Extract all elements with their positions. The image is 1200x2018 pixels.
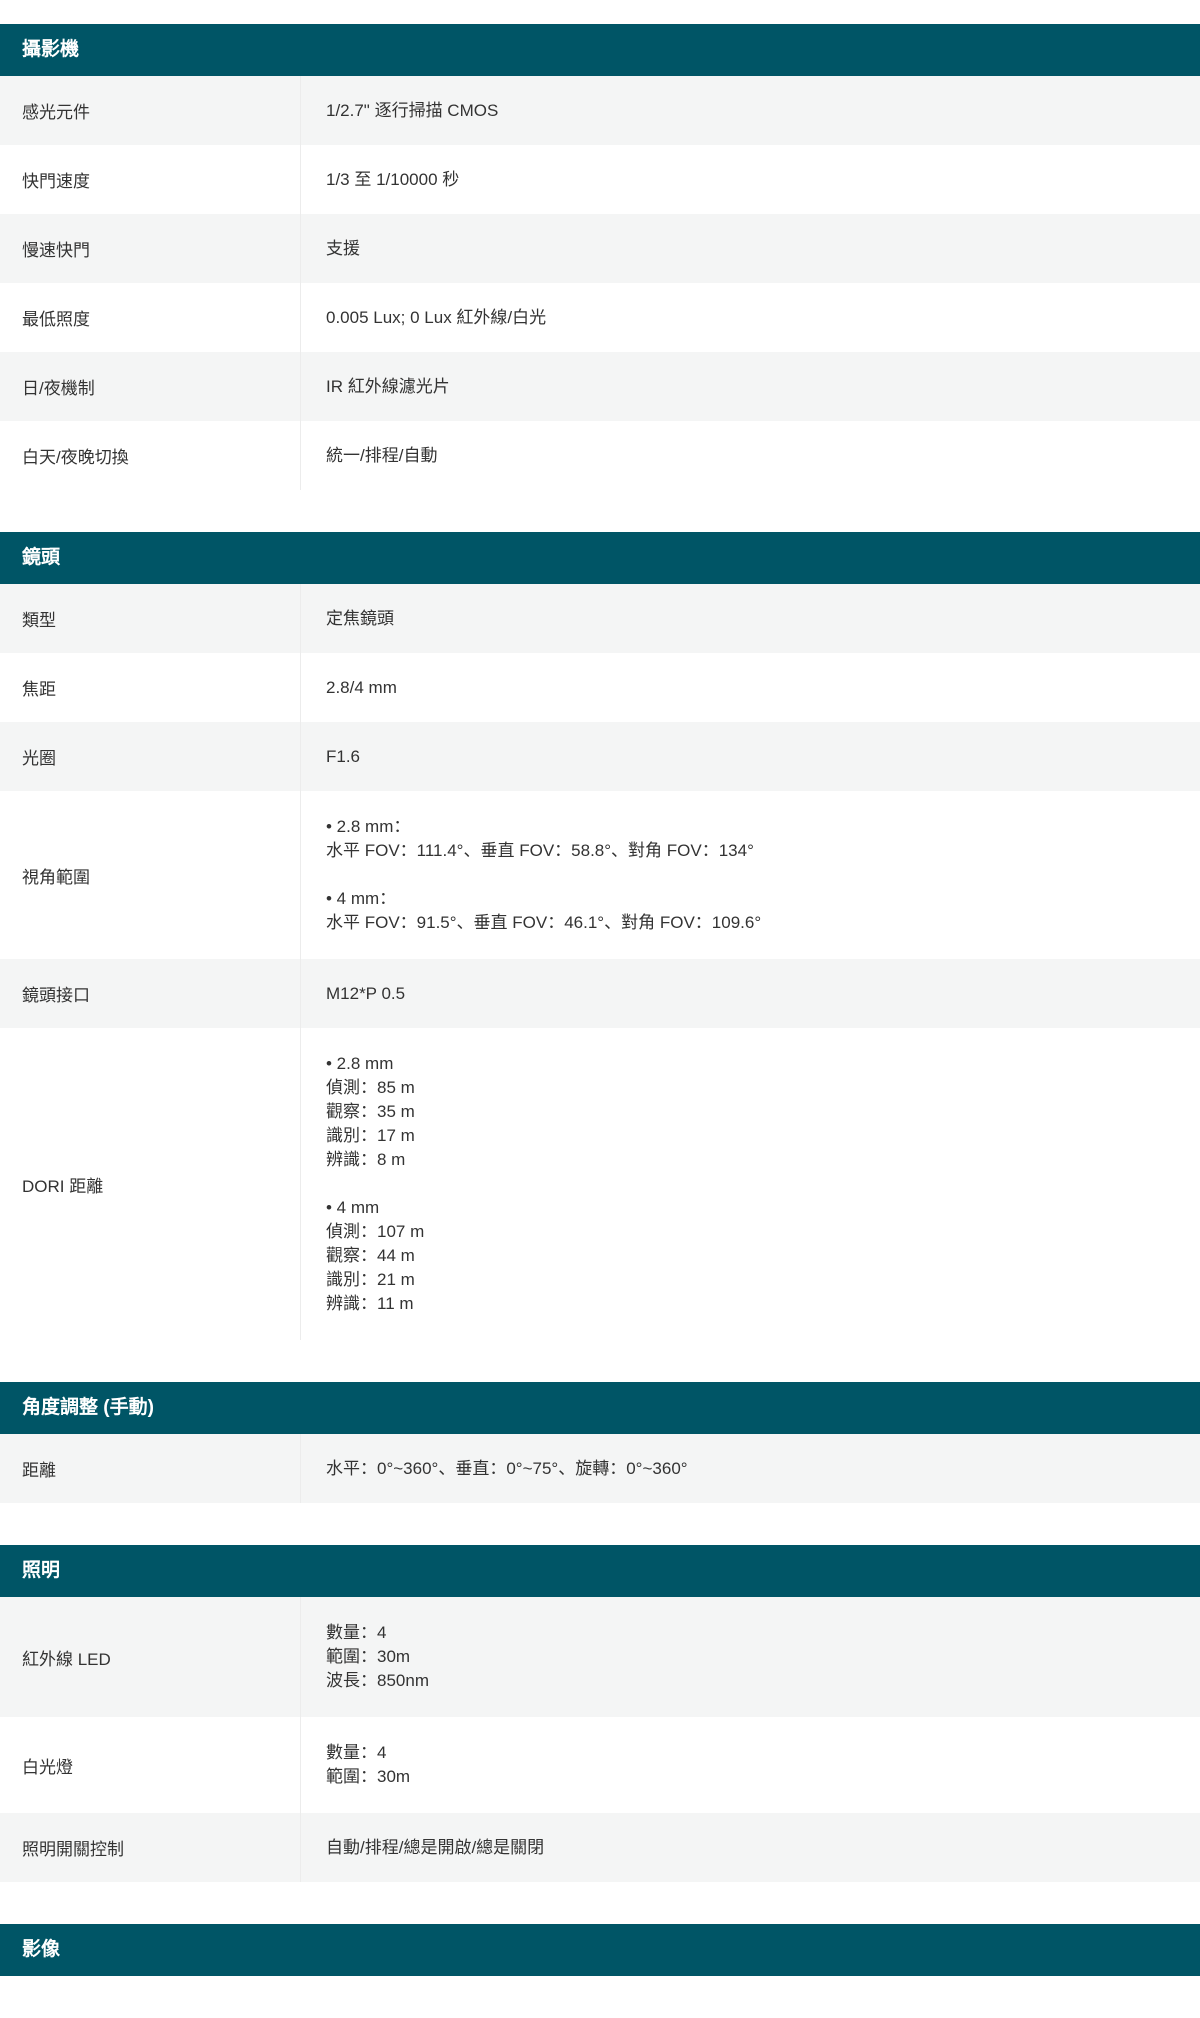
spec-value: M12*P 0.5 bbox=[300, 959, 1200, 1028]
spec-label: 感光元件 bbox=[22, 103, 90, 122]
spec-value-line: 範圍：30m bbox=[326, 1647, 411, 1666]
spec-value-line: 識別：21 m bbox=[326, 1270, 415, 1289]
spec-value: 統一/排程/自動 bbox=[300, 421, 1200, 490]
spec-row: 照明開關控制 自動/排程/總是開啟/總是關閉 bbox=[0, 1813, 1200, 1882]
section-header: 影像 bbox=[0, 1924, 1200, 1976]
spec-row: 慢速快門 支援 bbox=[0, 214, 1200, 283]
spec-value: 支援 bbox=[300, 214, 1200, 283]
spec-value-line: IR 紅外線濾光片 bbox=[326, 376, 450, 396]
spec-label: 白光燈 bbox=[22, 1757, 73, 1777]
spec-section: 照明紅外線 LED 數量：4 範圍：30m 波長：850nm 白光燈 數量：4 範圍：30m… bbox=[0, 1545, 1200, 1882]
spec-value: 0.005 Lux; 0 Lux 紅外線/白光 bbox=[300, 283, 1200, 352]
spec-row: 視角範圍 • 2.8 mm： 水平 FOV：111.4°、垂直 FOV：58.8°、… bbox=[0, 791, 1200, 959]
spec-value: 數量：4 範圍：30m 波長：850nm bbox=[300, 1597, 1200, 1717]
spec-row: 最低照度 0.005 Lux; 0 Lux 紅外線/白光 bbox=[0, 283, 1200, 352]
spec-value: 2.8/4 mm bbox=[300, 653, 1200, 722]
spec-label: 日/夜機制 bbox=[22, 379, 95, 398]
spec-row: 距離 水平：0°~360°、垂直：0°~75°、旋轉：0°~360° bbox=[0, 1434, 1200, 1503]
value-spacer bbox=[326, 863, 1200, 887]
spec-value-line: 辨識：11 m bbox=[326, 1294, 414, 1313]
spec-value-line: 偵測：107 m bbox=[326, 1222, 425, 1241]
section-header: 攝影機 bbox=[0, 24, 1200, 76]
spec-label: 焦距 bbox=[22, 680, 56, 699]
spec-value-line: 識別：17 m bbox=[326, 1126, 415, 1145]
spec-value: 數量：4 範圍：30m bbox=[300, 1717, 1200, 1813]
spec-row: 鏡頭接口 M12*P 0.5 bbox=[0, 959, 1200, 1028]
spec-value-line: 1/3 至 1/10000 秒 bbox=[326, 169, 460, 189]
spec-value: 自動/排程/總是開啟/總是關閉 bbox=[300, 1813, 1200, 1882]
spec-value-line: 數量：4 bbox=[326, 1743, 387, 1762]
spec-value-line: 1/2.7" 逐行掃描 CMOS bbox=[326, 100, 499, 120]
spec-row: 光圈 F1.6 bbox=[0, 722, 1200, 791]
spec-value: 水平：0°~360°、垂直：0°~75°、旋轉：0°~360° bbox=[300, 1434, 1200, 1503]
spec-row: 日/夜機制 IR 紅外線濾光片 bbox=[0, 352, 1200, 421]
spec-label: DORI 距離 bbox=[22, 1176, 104, 1196]
spec-row: 白光燈 數量：4 範圍：30m bbox=[0, 1717, 1200, 1813]
spec-value-line: • 4 mm bbox=[326, 1198, 380, 1217]
spec-value-line: 支援 bbox=[326, 238, 360, 258]
spec-value: 1/3 至 1/10000 秒 bbox=[300, 145, 1200, 214]
spec-value-line: 辨識：8 m bbox=[326, 1150, 406, 1169]
spec-value-line: 觀察：44 m bbox=[326, 1246, 415, 1265]
spec-label: 視角範圍 bbox=[22, 867, 90, 887]
spec-section: 鏡頭類型 定焦鏡頭焦距 2.8/4 mm 光圈 F1.6 視角範圍 • 2.8 mm： 水平 … bbox=[0, 532, 1200, 1340]
spec-value: 定焦鏡頭 bbox=[300, 584, 1200, 653]
spec-value-line: 自動/排程/總是開啟/總是關閉 bbox=[326, 1837, 545, 1857]
spec-value-line: 0.005 Lux; 0 Lux 紅外線/白光 bbox=[326, 307, 547, 327]
section-header: 角度調整 (手動) bbox=[0, 1382, 1200, 1434]
spec-value-line: 水平 FOV：111.4°、垂直 FOV：58.8°、對角 FOV：134° bbox=[326, 841, 754, 860]
spec-label: 類型 bbox=[22, 611, 56, 630]
spec-value-line: M12*P 0.5 bbox=[326, 983, 406, 1003]
spec-label: 鏡頭接口 bbox=[22, 986, 90, 1005]
spec-label: 白天/夜晚切換 bbox=[22, 448, 129, 467]
spec-label: 距離 bbox=[22, 1461, 56, 1480]
spec-value-line: 波長：850nm bbox=[326, 1671, 429, 1690]
spec-row: DORI 距離 • 2.8 mm 偵測：85 m 觀察：35 m 識別：17 m 辨識：8… bbox=[0, 1028, 1200, 1340]
spec-value-line: F1.6 bbox=[326, 746, 361, 766]
spec-sheet: 攝影機感光元件 1/2.7" 逐行掃描 CMOS 快門速度 1/3 至 1/10000… bbox=[0, 24, 1200, 2018]
spec-value-line: 定焦鏡頭 bbox=[326, 608, 394, 628]
spec-value-line: 統一/排程/自動 bbox=[326, 445, 438, 465]
spec-section: 角度調整 (手動) 距離 水平：0°~360°、垂直：0°~75°、旋轉：0°~36… bbox=[0, 1382, 1200, 1503]
section-header: 鏡頭 bbox=[0, 532, 1200, 584]
spec-value-line: 觀察：35 m bbox=[326, 1102, 415, 1121]
spec-value-line: 2.8/4 mm bbox=[326, 677, 397, 697]
spec-value: • 2.8 mm： 水平 FOV：111.4°、垂直 FOV：58.8°、對角 F… bbox=[300, 791, 1200, 959]
spec-value-line: • 2.8 mm： bbox=[326, 817, 411, 836]
spec-row: 感光元件 1/2.7" 逐行掃描 CMOS bbox=[0, 76, 1200, 145]
spec-label: 紅外線 LED bbox=[22, 1649, 111, 1669]
spec-section: 攝影機感光元件 1/2.7" 逐行掃描 CMOS 快門速度 1/3 至 1/10000… bbox=[0, 24, 1200, 490]
spec-value-line: 數量：4 bbox=[326, 1623, 387, 1642]
spec-row: 類型 定焦鏡頭 bbox=[0, 584, 1200, 653]
spec-value-line: • 2.8 mm bbox=[326, 1054, 394, 1073]
value-spacer bbox=[326, 1172, 1200, 1196]
spec-value-line: 範圍：30m bbox=[326, 1767, 411, 1786]
spec-value: • 2.8 mm 偵測：85 m 觀察：35 m 識別：17 m 辨識：8 m • 4 m… bbox=[300, 1028, 1200, 1340]
spec-value: IR 紅外線濾光片 bbox=[300, 352, 1200, 421]
spec-label: 照明開關控制 bbox=[22, 1840, 124, 1859]
spec-label: 最低照度 bbox=[22, 310, 90, 329]
spec-value-line: 偵測：85 m bbox=[326, 1078, 415, 1097]
spec-row: 白天/夜晚切換 統一/排程/自動 bbox=[0, 421, 1200, 490]
spec-value-line: 水平：0°~360°、垂直：0°~75°、旋轉：0°~360° bbox=[326, 1458, 688, 1478]
spec-value-line: • 4 mm： bbox=[326, 889, 397, 908]
spec-label: 慢速快門 bbox=[22, 241, 90, 260]
spec-row: 快門速度 1/3 至 1/10000 秒 bbox=[0, 145, 1200, 214]
spec-row: 紅外線 LED 數量：4 範圍：30m 波長：850nm bbox=[0, 1597, 1200, 1717]
spec-row: 焦距 2.8/4 mm bbox=[0, 653, 1200, 722]
section-header: 照明 bbox=[0, 1545, 1200, 1597]
spec-value-line: 水平 FOV：91.5°、垂直 FOV：46.1°、對角 FOV：109.6° bbox=[326, 913, 762, 932]
spec-label: 光圈 bbox=[22, 749, 56, 768]
spec-value: F1.6 bbox=[300, 722, 1200, 791]
spec-section: 影像 bbox=[0, 1924, 1200, 1976]
spec-value: 1/2.7" 逐行掃描 CMOS bbox=[300, 76, 1200, 145]
spec-label: 快門速度 bbox=[22, 172, 90, 191]
